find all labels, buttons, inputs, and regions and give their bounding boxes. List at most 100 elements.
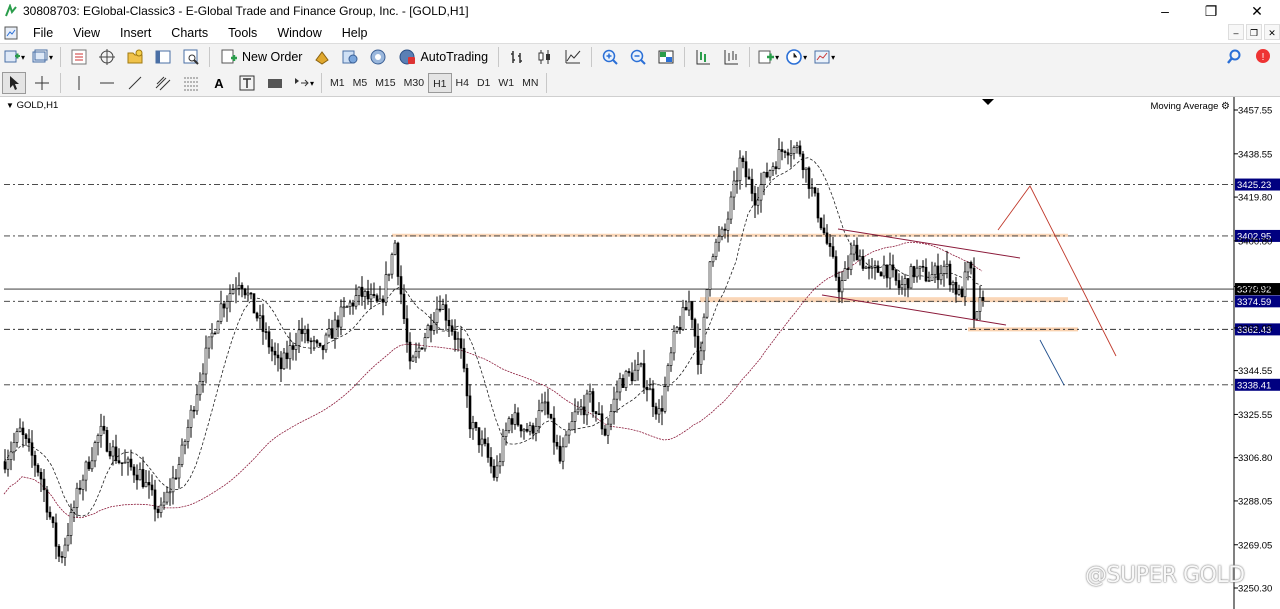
price-chart[interactable]: 3425.233402.953379.923374.593362.433338.… xyxy=(0,97,1280,609)
chart-shift-button[interactable] xyxy=(691,46,715,68)
candle-body xyxy=(858,256,862,261)
price-level-label: 3374.59 xyxy=(1237,297,1271,308)
timeframe-mn[interactable]: MN xyxy=(518,73,542,93)
candle-body xyxy=(330,328,334,339)
restore-icon[interactable]: ❐ xyxy=(1188,0,1234,22)
tile-windows-button[interactable] xyxy=(654,46,678,68)
crosshair-button[interactable] xyxy=(30,72,54,94)
arrows-button[interactable]: ▾ xyxy=(291,72,315,94)
cursor-button[interactable] xyxy=(2,72,26,94)
timeframe-d1[interactable]: D1 xyxy=(473,73,494,93)
search-button[interactable] xyxy=(1222,46,1246,68)
candle-body xyxy=(555,442,559,447)
new-chart-button[interactable]: ▾ xyxy=(2,46,26,68)
minimize-icon[interactable]: – xyxy=(1142,0,1188,22)
candle-body xyxy=(441,304,445,310)
zoom-in-button[interactable] xyxy=(598,46,622,68)
chart-menu-triangle-icon[interactable]: ▼ xyxy=(6,101,14,110)
price-tick-label: 3438.55 xyxy=(1238,149,1272,160)
candle-body xyxy=(342,306,346,309)
timeframe-h1[interactable]: H1 xyxy=(428,73,452,93)
candle-body xyxy=(906,278,910,289)
terminal-button[interactable] xyxy=(151,46,175,68)
candlestick-icon xyxy=(538,50,551,64)
candle-body xyxy=(285,352,289,360)
candle-body xyxy=(249,292,253,295)
autotrading-button[interactable]: AutoTrading xyxy=(394,46,492,68)
navigator-button[interactable] xyxy=(123,46,147,68)
rectangle-button[interactable] xyxy=(263,72,287,94)
menu-help[interactable]: Help xyxy=(332,26,378,40)
bar-chart-button[interactable] xyxy=(505,46,529,68)
standard-toolbar: ▾ ▾ New Order AutoTrading ▾ ▾ ▾ ! xyxy=(0,43,1280,70)
market-watch-button[interactable] xyxy=(67,46,91,68)
candle-body xyxy=(138,469,142,481)
timeframe-w1[interactable]: W1 xyxy=(494,73,518,93)
candle-body xyxy=(768,170,772,178)
candle-body xyxy=(732,180,736,198)
chart-minimize-icon[interactable]: – xyxy=(1228,24,1244,40)
notifications-button[interactable]: ! xyxy=(1250,46,1274,68)
candle-body xyxy=(297,329,301,346)
data-window-button[interactable] xyxy=(95,46,119,68)
candle-body xyxy=(528,425,532,432)
candle-body xyxy=(765,171,769,178)
horizontal-line-button[interactable] xyxy=(95,72,119,94)
candle-body xyxy=(840,280,844,293)
menu-tools[interactable]: Tools xyxy=(218,26,267,40)
new-order-button[interactable]: New Order xyxy=(216,46,306,68)
menu-window[interactable]: Window xyxy=(267,26,331,40)
text-button[interactable]: A xyxy=(207,72,231,94)
trendline-button[interactable] xyxy=(123,72,147,94)
signals-button[interactable] xyxy=(366,46,390,68)
chart-close-icon[interactable]: ✕ xyxy=(1264,24,1280,40)
candle-body xyxy=(51,516,55,524)
timeframe-h4[interactable]: H4 xyxy=(452,73,473,93)
candle-body xyxy=(681,307,685,330)
candle-body xyxy=(696,335,700,365)
gold-button[interactable] xyxy=(310,46,334,68)
candle-body xyxy=(558,445,562,462)
candle-body xyxy=(435,308,439,323)
fibonacci-button[interactable] xyxy=(179,72,203,94)
profiles-button[interactable]: ▾ xyxy=(30,46,54,68)
strategy-tester-button[interactable] xyxy=(179,46,203,68)
timeframe-m15[interactable]: M15 xyxy=(371,73,399,93)
candle-body xyxy=(21,427,25,435)
menu-charts[interactable]: Charts xyxy=(161,26,218,40)
candle-body xyxy=(423,337,427,350)
candle-body xyxy=(405,318,409,343)
indicator-settings-icon[interactable]: ⚙ xyxy=(1221,101,1230,112)
indicator-label[interactable]: Moving Average ⚙ xyxy=(1150,101,1230,112)
chart-restore-icon[interactable]: ❐ xyxy=(1246,24,1262,40)
close-icon[interactable]: ✕ xyxy=(1234,0,1280,22)
timeframe-m5[interactable]: M5 xyxy=(349,73,372,93)
candle-body xyxy=(414,351,418,358)
indicators-icon xyxy=(758,50,775,64)
candle-body xyxy=(429,325,433,331)
market-button[interactable] xyxy=(338,46,362,68)
candle-body xyxy=(849,253,853,270)
candle-body xyxy=(885,264,889,279)
candlestick-button[interactable] xyxy=(533,46,557,68)
candle-body xyxy=(294,345,298,350)
vertical-line-button[interactable] xyxy=(67,72,91,94)
menu-insert[interactable]: Insert xyxy=(110,26,161,40)
timeframe-m30[interactable]: M30 xyxy=(400,73,428,93)
autoscroll-button[interactable] xyxy=(719,46,743,68)
price-tick-label: 3325.55 xyxy=(1238,410,1272,421)
line-chart-button[interactable] xyxy=(561,46,585,68)
menu-view[interactable]: View xyxy=(63,26,110,40)
timeframe-m1[interactable]: M1 xyxy=(326,73,349,93)
channel-button[interactable] xyxy=(151,72,175,94)
candle-body xyxy=(369,294,373,300)
templates-button[interactable]: ▾ xyxy=(812,46,836,68)
text-label-button[interactable] xyxy=(235,72,259,94)
chart-document-icon[interactable] xyxy=(3,25,19,41)
periods-button[interactable]: ▾ xyxy=(784,46,808,68)
indicators-button[interactable]: ▾ xyxy=(756,46,780,68)
menu-file[interactable]: File xyxy=(23,26,63,40)
zoom-out-button[interactable] xyxy=(626,46,650,68)
candle-body xyxy=(402,293,406,319)
candle-body xyxy=(384,274,388,303)
